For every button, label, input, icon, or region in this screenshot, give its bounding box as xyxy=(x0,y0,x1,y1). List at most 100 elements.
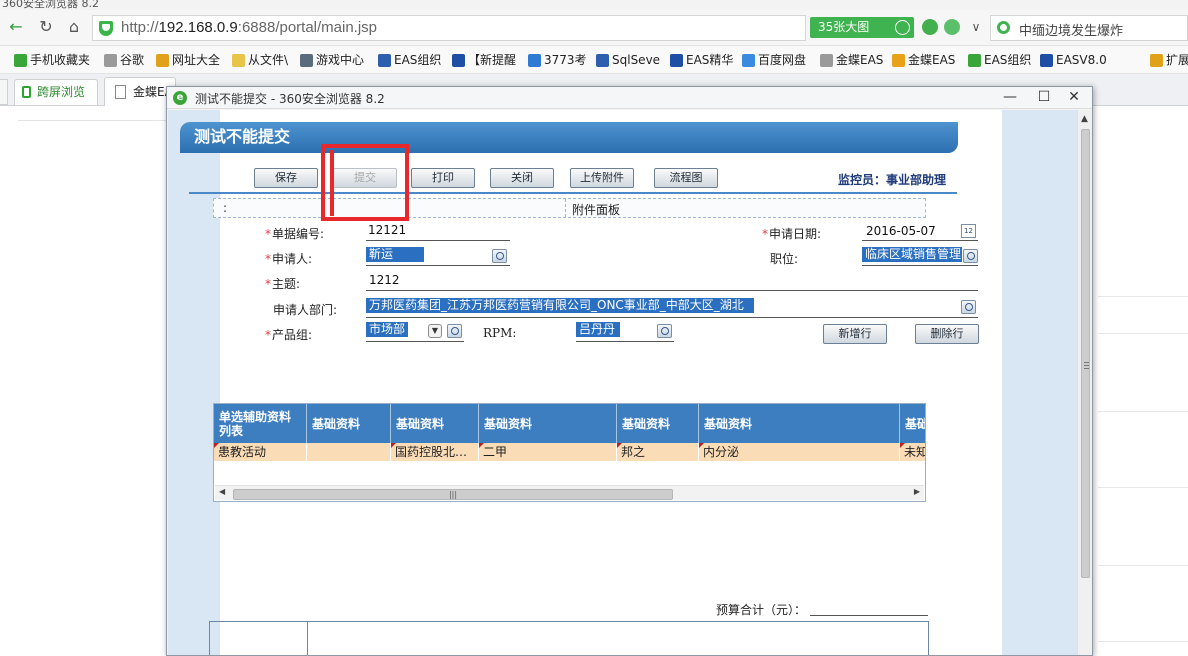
flowchart-button[interactable]: 流程图 xyxy=(654,168,718,188)
bookmark-item[interactable]: EASV8.0 xyxy=(1040,51,1107,69)
tab-stub[interactable] xyxy=(0,79,8,105)
applicant-field[interactable]: 靳运 xyxy=(366,247,424,262)
bottom-table xyxy=(209,621,929,655)
grid-header-cell[interactable]: 基础资料 xyxy=(617,404,699,443)
scroll-right-icon[interactable]: ▶ xyxy=(914,487,920,496)
scroll-up-icon[interactable]: ▲ xyxy=(1081,114,1088,124)
position-field[interactable]: 临床区域销售管理 xyxy=(862,247,962,262)
bookmark-label: 金蝶EAS xyxy=(908,53,956,67)
scrollbar-thumb[interactable] xyxy=(1081,129,1090,578)
grid-cell[interactable]: 未知 xyxy=(900,443,925,461)
big-image-button[interactable]: 35张大图 xyxy=(810,17,914,38)
bookmark-item[interactable]: 扩展 xyxy=(1150,51,1188,69)
grid-header-cell[interactable]: 基础资料 xyxy=(391,404,479,443)
close-window-button[interactable]: ✕ xyxy=(1057,87,1091,108)
grid-cell[interactable]: 二甲 xyxy=(479,443,617,461)
divider xyxy=(1098,641,1188,642)
add-row-button[interactable]: 新增行 xyxy=(823,324,887,344)
bookmark-item[interactable]: EAS组织 xyxy=(968,51,1031,69)
search-text: 中缅边境发生爆炸 xyxy=(1019,24,1124,39)
bookmark-item[interactable]: EAS精华 xyxy=(670,51,733,69)
dept-field[interactable]: 万邦医药集团_江苏万邦医药营销有限公司_ONC事业部_中部大区_湖北 xyxy=(366,298,754,313)
save-button[interactable]: 保存 xyxy=(254,168,318,188)
bookmark-item[interactable]: EAS组织 xyxy=(378,51,441,69)
grid-cell[interactable]: 患教活动 xyxy=(214,443,307,461)
bookmark-item[interactable]: 网址大全 xyxy=(156,51,220,69)
bottom-table-divider xyxy=(307,622,308,655)
bookmark-icon xyxy=(14,53,27,67)
refresh-icon[interactable]: ↻ xyxy=(36,17,56,37)
grid-header-cell[interactable]: 基础资料 xyxy=(699,404,900,443)
bookmark-label: SqlSeve xyxy=(612,53,661,67)
grid-horizontal-scrollbar[interactable]: ◀ ||| ▶ xyxy=(215,485,924,500)
scroll-left-icon[interactable]: ◀ xyxy=(219,487,225,496)
grid-cell[interactable]: 内分泌 xyxy=(699,443,900,461)
upload-attachment-button[interactable]: 上传附件 xyxy=(570,168,634,188)
applicant-label: 申请人: xyxy=(265,250,312,267)
subject-field[interactable]: 1212 xyxy=(369,273,400,287)
bookmark-label: 游戏中心 xyxy=(316,53,365,67)
bill-no-field[interactable]: 12121 xyxy=(368,223,406,237)
ie-mode-icon[interactable] xyxy=(944,19,960,35)
rpm-label: RPM: xyxy=(483,326,517,340)
bookmark-item[interactable]: 百度网盘 xyxy=(742,51,806,69)
bookmark-item[interactable]: 游戏中心 xyxy=(300,51,364,69)
print-button[interactable]: 打印 xyxy=(411,168,475,188)
chevron-down-icon[interactable]: ∨ xyxy=(966,17,986,37)
rpm-lookup-icon[interactable] xyxy=(657,324,672,338)
bookmark-item[interactable]: 从文件\ xyxy=(232,51,288,69)
extension-icon[interactable] xyxy=(922,19,938,35)
chevron-down-icon[interactable]: ▼ xyxy=(428,324,442,338)
minimize-button[interactable]: — xyxy=(993,87,1027,108)
bookmark-label: 网址大全 xyxy=(172,53,221,67)
search-input[interactable]: 中缅边境发生爆炸 xyxy=(990,15,1188,41)
back-arrow-icon[interactable]: ← xyxy=(6,17,26,37)
address-input[interactable]: http://192.168.0.9:6888/portal/main.jsp xyxy=(92,15,806,41)
field-underline xyxy=(366,240,510,241)
tab-split-browse[interactable]: 跨屏浏览 xyxy=(14,79,98,105)
bookmark-icon xyxy=(300,53,313,67)
applicant-lookup-icon[interactable] xyxy=(492,249,507,263)
toolbar-divider xyxy=(189,192,957,194)
product-group-field[interactable]: 市场部 xyxy=(366,322,408,337)
product-group-lookup-icon[interactable] xyxy=(447,324,462,338)
attachment-panel-label: 附件面板 xyxy=(572,203,621,217)
url-text: http://192.168.0.9:6888/portal/main.jsp xyxy=(121,19,378,36)
close-form-button[interactable]: 关闭 xyxy=(490,168,554,188)
bookmark-icon xyxy=(156,53,169,67)
bookmark-icon xyxy=(742,53,755,67)
home-icon[interactable]: ⌂ xyxy=(64,17,84,37)
table-row[interactable]: 患教活动 国药控股北… 二甲 邦之 内分泌 未知 xyxy=(214,443,925,461)
bookmark-item[interactable]: 金蝶EAS xyxy=(820,51,883,69)
field-underline xyxy=(862,265,978,266)
grid-cell[interactable]: 邦之 xyxy=(617,443,699,461)
bookmark-item[interactable]: 谷歌 xyxy=(104,51,144,69)
bookmark-label: 金蝶EAS xyxy=(836,53,884,67)
scrollbar-thumb[interactable]: ||| xyxy=(233,489,673,500)
bookmark-item[interactable]: 3773考 xyxy=(528,51,587,69)
bookmark-label: 手机收藏夹 xyxy=(30,53,91,67)
grid-cell[interactable] xyxy=(307,443,391,461)
maximize-button[interactable]: ☐ xyxy=(1027,87,1061,108)
bookmark-label: 【新提醒 xyxy=(468,53,517,67)
bookmark-item[interactable]: 金蝶EAS xyxy=(892,51,955,69)
dept-lookup-icon[interactable] xyxy=(961,300,976,314)
budget-total-field[interactable] xyxy=(810,615,928,616)
rpm-field[interactable]: 吕丹丹 xyxy=(576,322,620,337)
grid-header-cell[interactable]: 基础资料 xyxy=(307,404,391,443)
bookmark-item[interactable]: 【新提醒 xyxy=(452,51,516,69)
bookmark-item[interactable]: 手机收藏夹 xyxy=(14,51,90,69)
security-shield-icon xyxy=(99,21,113,36)
popup-vertical-scrollbar[interactable]: ▲ xyxy=(1077,110,1092,655)
apply-date-field[interactable]: 2016-05-07 xyxy=(866,224,936,238)
grid-header-cell[interactable]: 基础 xyxy=(900,404,925,443)
bookmark-item[interactable]: SqlSeve xyxy=(596,51,660,69)
grid-cell[interactable]: 国药控股北… xyxy=(391,443,479,461)
attachment-panel[interactable]: : 附件面板 xyxy=(213,198,926,218)
grid-header-cell[interactable]: 基础资料 xyxy=(479,404,617,443)
delete-row-button[interactable]: 删除行 xyxy=(915,324,979,344)
position-lookup-icon[interactable] xyxy=(963,249,978,263)
bookmark-icon xyxy=(452,53,465,67)
grid-header-cell[interactable]: 单选辅助资料列表 xyxy=(214,404,307,443)
calendar-icon[interactable]: 12 xyxy=(961,224,976,238)
